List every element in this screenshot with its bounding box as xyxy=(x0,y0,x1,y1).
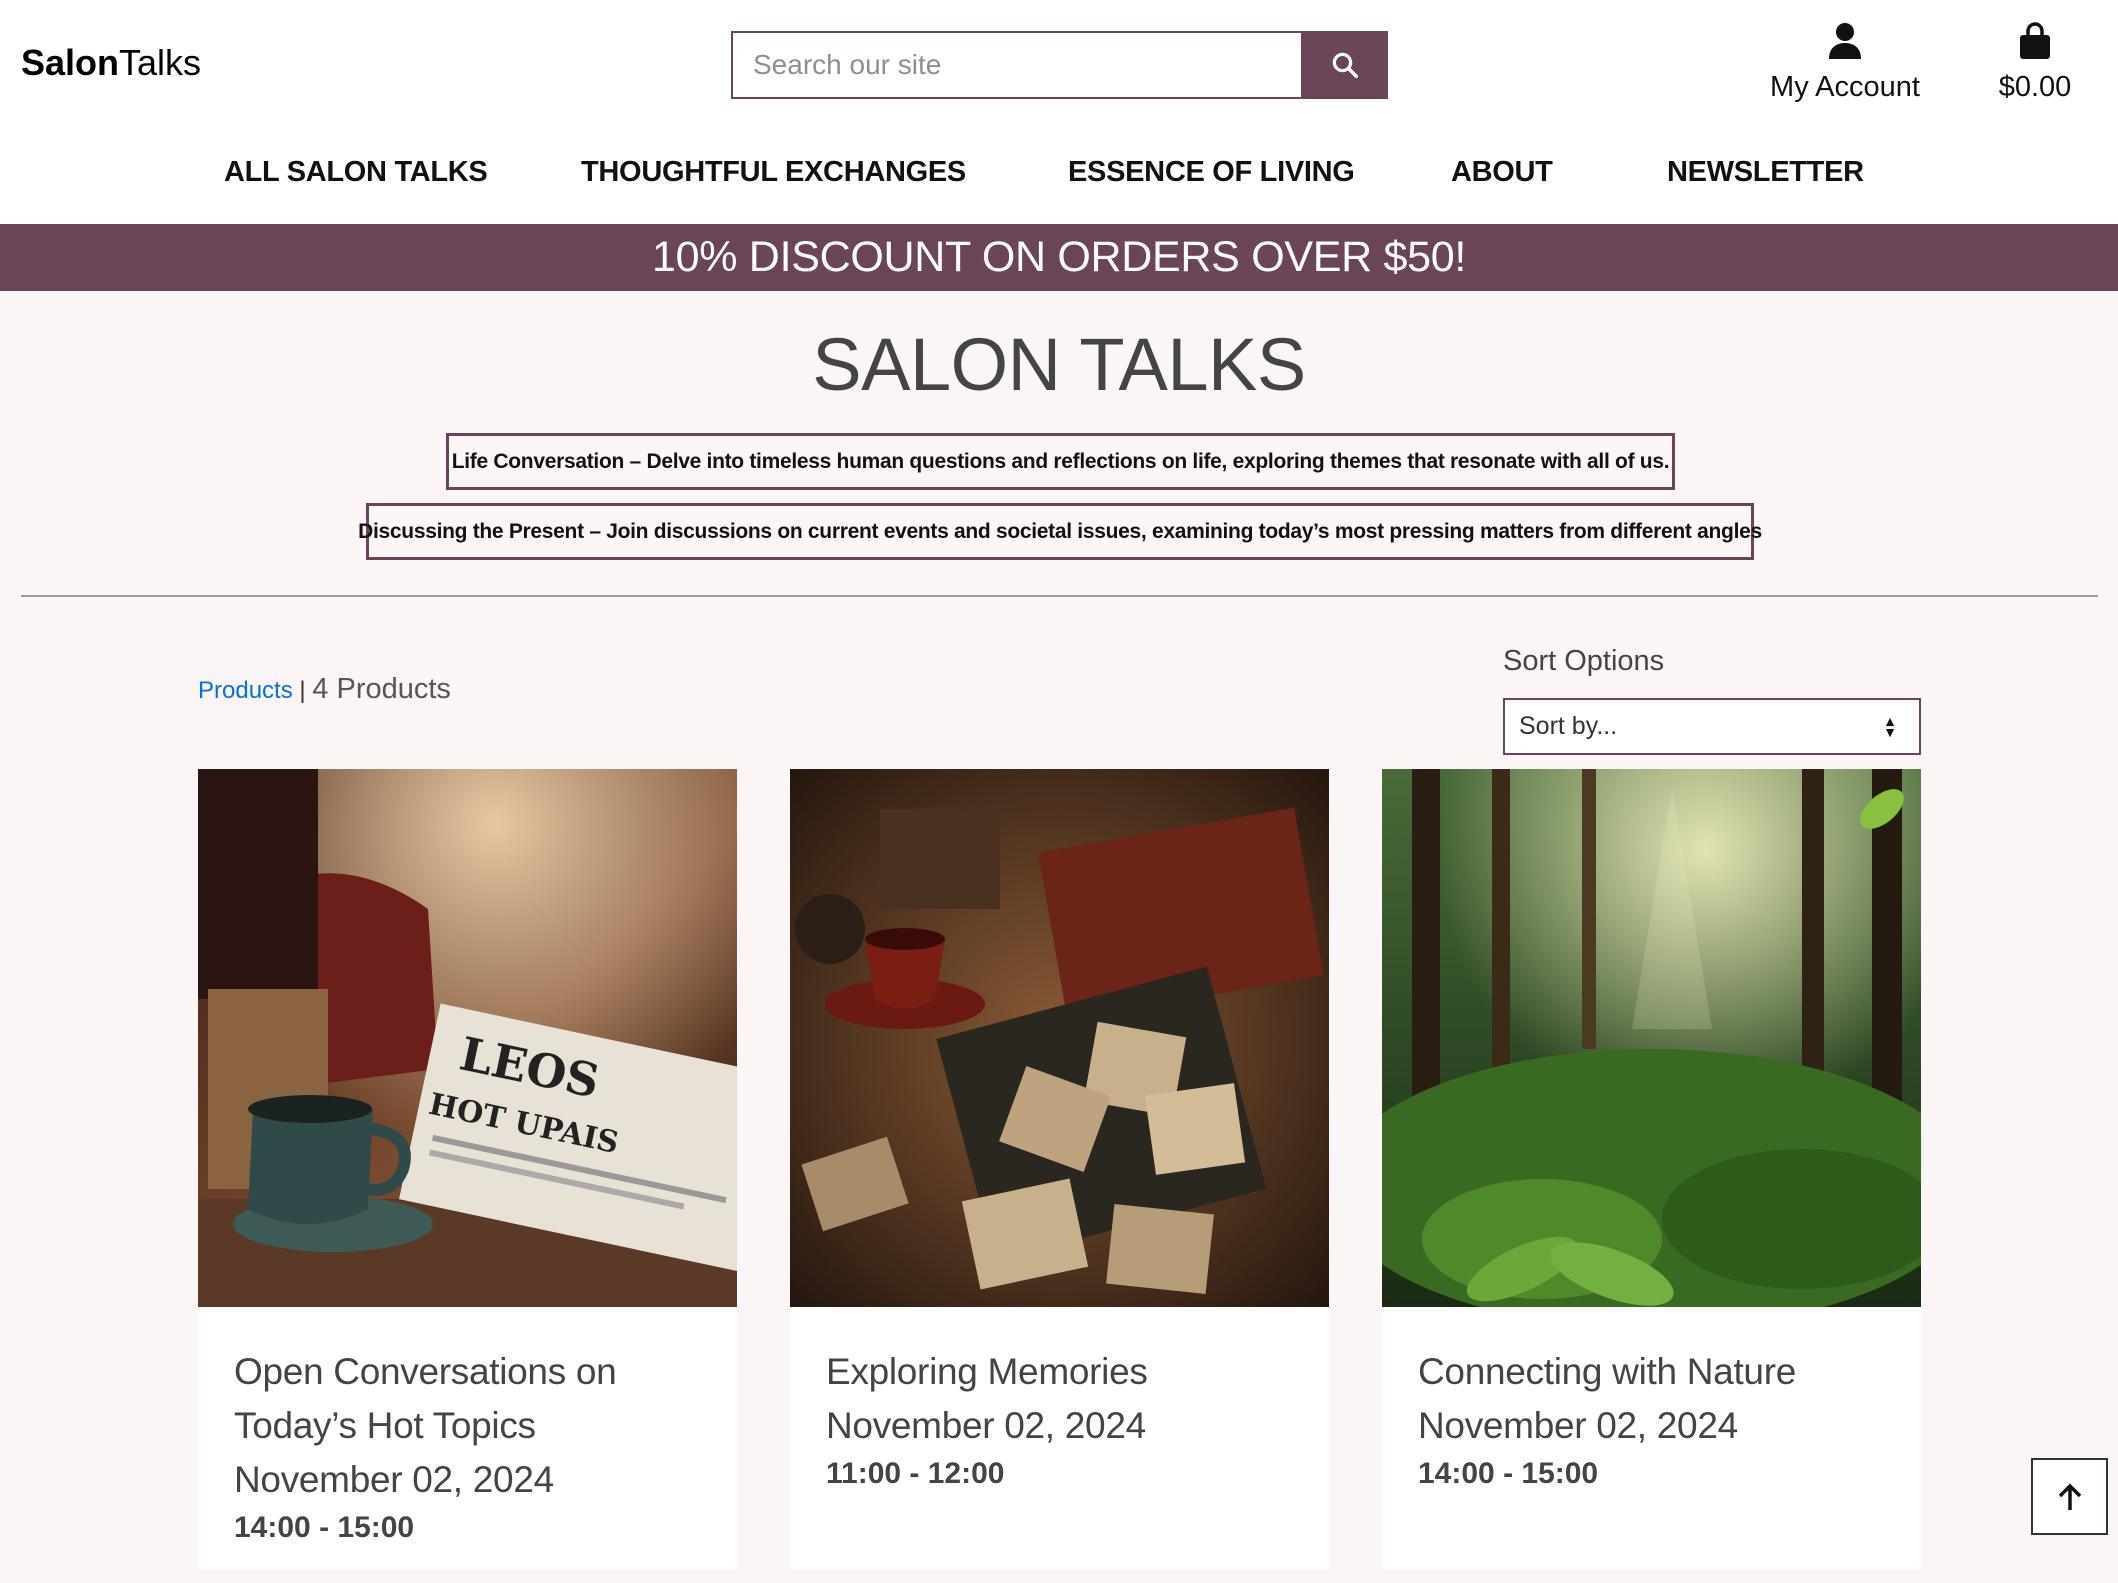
category-discussing-the-present[interactable]: Discussing the Present – Join discussion… xyxy=(358,503,1762,560)
product-date: November 02, 2024 xyxy=(1418,1405,1738,1446)
product-card-body: Exploring Memories November 02, 2024 11:… xyxy=(790,1307,1329,1529)
product-time: 14:00 - 15:00 xyxy=(1418,1457,1599,1490)
product-time: 11:00 - 12:00 xyxy=(826,1457,1005,1490)
product-image-coffee-newspaper[interactable]: LEOS HOT UPAIS xyxy=(198,769,737,1307)
arrow-up-icon xyxy=(2058,1483,2081,1510)
category-life-conversation[interactable]: Life Conversation – Delve into timeless … xyxy=(446,433,1675,490)
product-card-body: Open Conversations on Today’s Hot Topics… xyxy=(198,1307,737,1583)
section-divider xyxy=(21,595,2098,597)
product-name[interactable]: Open Conversations on Today’s Hot Topics xyxy=(234,1345,701,1453)
logo-regular: Talks xyxy=(119,42,202,83)
select-arrows-icon: ▲ ▼ xyxy=(1883,713,1897,740)
nav-about[interactable]: ABOUT xyxy=(1451,156,1553,189)
breadcrumb-separator: | xyxy=(299,677,306,704)
product-date: November 02, 2024 xyxy=(826,1405,1146,1446)
nav-thoughtful-exchanges[interactable]: THOUGHTFUL EXCHANGES xyxy=(581,156,966,189)
sort-selected-value: Sort by... xyxy=(1519,712,1618,740)
search-bar xyxy=(731,31,1388,99)
logo-bold: Salon xyxy=(21,42,120,83)
product-card-body: Connecting with Nature November 02, 2024… xyxy=(1382,1307,1921,1529)
nav-essence-of-living[interactable]: ESSENCE OF LIVING xyxy=(1068,156,1355,189)
sort-select[interactable]: Sort by... ▲ ▼ xyxy=(1503,698,1921,755)
product-count: 4 Products xyxy=(312,673,451,705)
cart-total: $0.00 xyxy=(1998,71,2072,103)
product-time: 14:00 - 15:00 xyxy=(234,1511,415,1544)
product-card: Exploring Memories November 02, 2024 11:… xyxy=(790,769,1329,1569)
breadcrumb-products-link[interactable]: Products xyxy=(198,677,293,704)
promo-banner: 10% DISCOUNT ON ORDERS OVER $50! xyxy=(0,224,2118,291)
site-logo[interactable]: SalonTalks xyxy=(21,42,201,84)
nav-all-salon-talks[interactable]: ALL SALON TALKS xyxy=(224,156,488,189)
product-card: Connecting with Nature November 02, 2024… xyxy=(1382,769,1921,1569)
search-icon xyxy=(1332,52,1358,78)
nav-newsletter[interactable]: NEWSLETTER xyxy=(1667,156,1864,189)
my-account-label: My Account xyxy=(1770,71,1920,103)
my-account-link[interactable]: My Account xyxy=(1760,22,1930,104)
sort-options-label: Sort Options xyxy=(1503,645,1665,677)
user-icon xyxy=(1829,23,1861,59)
breadcrumb: Products | 4 Products xyxy=(198,673,451,706)
site-header: SalonTalks My Account $0.00 ALL SALON TA… xyxy=(0,0,2118,224)
shopping-bag-icon xyxy=(2020,22,2050,59)
cart-link[interactable]: $0.00 xyxy=(1985,22,2085,104)
product-name[interactable]: Connecting with Nature xyxy=(1418,1345,1885,1399)
product-image-forest[interactable] xyxy=(1382,769,1921,1307)
product-image-vintage-photos[interactable] xyxy=(790,769,1329,1307)
product-date: November 02, 2024 xyxy=(234,1459,554,1500)
product-name[interactable]: Exploring Memories xyxy=(826,1345,1293,1399)
product-card: LEOS HOT UPAIS Open Conversations on Tod… xyxy=(198,769,737,1569)
search-button[interactable] xyxy=(1301,31,1388,99)
back-to-top-button[interactable] xyxy=(2031,1458,2108,1535)
search-input[interactable] xyxy=(731,31,1301,99)
page-title: SALON TALKS xyxy=(812,323,1306,406)
